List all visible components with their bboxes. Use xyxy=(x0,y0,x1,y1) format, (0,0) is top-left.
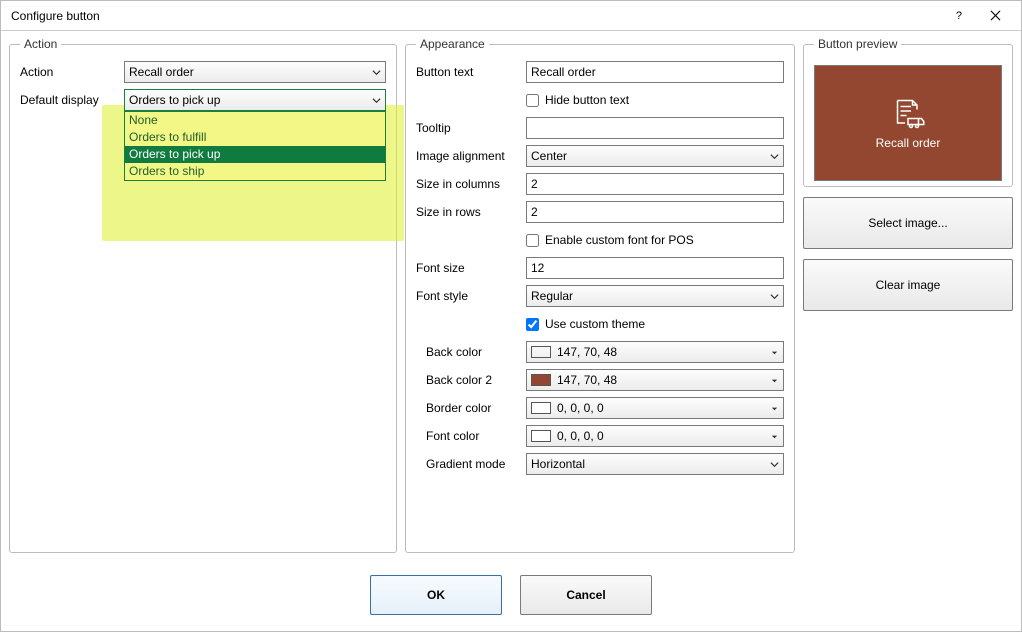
close-icon xyxy=(990,10,1001,21)
window-title: Configure button xyxy=(11,9,941,23)
chevron-down-icon xyxy=(372,96,381,105)
font-size-input[interactable] xyxy=(526,257,784,279)
titlebar: Configure button ? xyxy=(1,1,1021,31)
size-rows-input[interactable] xyxy=(526,201,784,223)
default-display-value: Orders to pick up xyxy=(129,93,220,107)
image-alignment-value: Center xyxy=(531,149,567,163)
action-label: Action xyxy=(20,65,124,79)
ok-button[interactable]: OK xyxy=(370,575,502,615)
back-color-label: Back color xyxy=(416,345,526,359)
appearance-group-legend: Appearance xyxy=(416,37,489,51)
font-color-value: 0, 0, 0, 0 xyxy=(557,429,766,443)
help-button[interactable]: ? xyxy=(941,2,977,30)
default-display-label: Default display xyxy=(20,93,124,107)
border-color-value: 0, 0, 0, 0 xyxy=(557,401,766,415)
chevron-down-icon xyxy=(770,292,779,301)
button-preview-group: Button preview Reca xyxy=(803,37,1013,187)
hide-button-text-label: Hide button text xyxy=(545,93,629,107)
action-group: Action Action Recall order Default displ… xyxy=(9,37,397,553)
back-color-value: 147, 70, 48 xyxy=(557,345,766,359)
font-style-value: Regular xyxy=(531,289,573,303)
chevron-down-icon xyxy=(770,432,779,441)
option-none[interactable]: None xyxy=(125,112,385,129)
dialog-footer: OK Cancel xyxy=(9,567,1013,623)
chevron-down-icon xyxy=(770,460,779,469)
select-image-button[interactable]: Select image... xyxy=(803,197,1013,249)
font-color-swatch xyxy=(531,430,551,442)
image-alignment-label: Image alignment xyxy=(416,149,526,163)
gradient-mode-select[interactable]: Horizontal xyxy=(526,453,784,475)
back-color2-swatch xyxy=(531,374,551,386)
button-text-input[interactable] xyxy=(526,61,784,83)
option-orders-to-fulfill[interactable]: Orders to fulfill xyxy=(125,129,385,146)
chevron-down-icon xyxy=(770,404,779,413)
enable-custom-font-checkbox[interactable] xyxy=(526,234,539,247)
button-preview-legend: Button preview xyxy=(814,37,901,51)
appearance-group: Appearance Button text Hide button text … xyxy=(405,37,795,553)
size-cols-label: Size in columns xyxy=(416,177,526,191)
default-display-options: None Orders to fulfill Orders to pick up… xyxy=(124,111,386,181)
clear-image-button[interactable]: Clear image xyxy=(803,259,1013,311)
chevron-down-icon xyxy=(372,68,381,77)
button-preview-caption: Recall order xyxy=(876,136,941,150)
default-display-select[interactable]: Orders to pick up None Orders to fulfill… xyxy=(124,89,386,111)
option-orders-to-pick-up[interactable]: Orders to pick up xyxy=(125,146,385,163)
font-color-picker[interactable]: 0, 0, 0, 0 xyxy=(526,425,784,447)
action-select-value: Recall order xyxy=(129,65,194,79)
tooltip-input[interactable] xyxy=(526,117,784,139)
image-alignment-select[interactable]: Center xyxy=(526,145,784,167)
size-cols-input[interactable] xyxy=(526,173,784,195)
button-preview: Recall order xyxy=(814,65,1002,181)
back-color-swatch xyxy=(531,346,551,358)
back-color2-label: Back color 2 xyxy=(416,373,526,387)
button-text-label: Button text xyxy=(416,65,526,79)
back-color2-picker[interactable]: 147, 70, 48 xyxy=(526,369,784,391)
chevron-down-icon xyxy=(770,348,779,357)
back-color-picker[interactable]: 147, 70, 48 xyxy=(526,341,784,363)
border-color-swatch xyxy=(531,402,551,414)
gradient-mode-label: Gradient mode xyxy=(416,457,526,471)
size-rows-label: Size in rows xyxy=(416,205,526,219)
font-style-select[interactable]: Regular xyxy=(526,285,784,307)
chevron-down-icon xyxy=(770,152,779,161)
enable-custom-font-label: Enable custom font for POS xyxy=(545,233,694,247)
help-icon: ? xyxy=(954,10,965,21)
gradient-mode-value: Horizontal xyxy=(531,457,585,471)
recall-order-icon xyxy=(890,96,926,132)
option-orders-to-ship[interactable]: Orders to ship xyxy=(125,163,385,180)
configure-button-dialog: Configure button ? Action Action Recall … xyxy=(0,0,1022,632)
cancel-button[interactable]: Cancel xyxy=(520,575,652,615)
svg-text:?: ? xyxy=(955,10,961,21)
use-custom-theme-label: Use custom theme xyxy=(545,317,645,331)
border-color-picker[interactable]: 0, 0, 0, 0 xyxy=(526,397,784,419)
font-size-label: Font size xyxy=(416,261,526,275)
use-custom-theme-checkbox[interactable] xyxy=(526,318,539,331)
font-style-label: Font style xyxy=(416,289,526,303)
tooltip-label: Tooltip xyxy=(416,121,526,135)
action-group-legend: Action xyxy=(20,37,61,51)
font-color-label: Font color xyxy=(416,429,526,443)
close-button[interactable] xyxy=(977,2,1013,30)
chevron-down-icon xyxy=(770,376,779,385)
action-select[interactable]: Recall order xyxy=(124,61,386,83)
border-color-label: Border color xyxy=(416,401,526,415)
back-color2-value: 147, 70, 48 xyxy=(557,373,766,387)
hide-button-text-checkbox[interactable] xyxy=(526,94,539,107)
